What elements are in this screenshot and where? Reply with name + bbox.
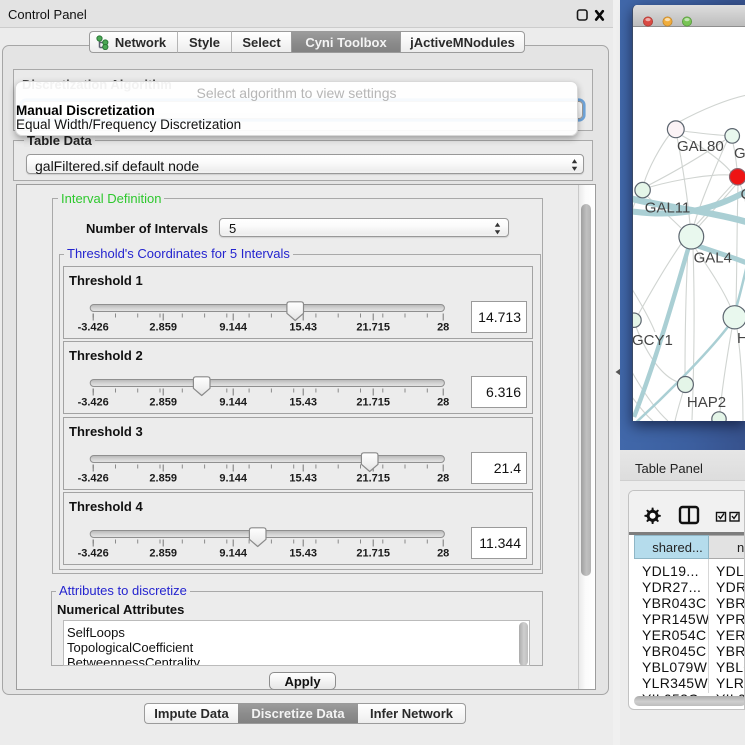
- svg-text:15.43: 15.43: [289, 473, 317, 485]
- svg-text:15.43: 15.43: [289, 322, 317, 334]
- svg-text:21.715: 21.715: [356, 322, 390, 334]
- svg-text:G.: G.: [734, 145, 745, 162]
- svg-text:9.144: 9.144: [219, 473, 247, 485]
- svg-text:GAL80: GAL80: [677, 138, 724, 155]
- svg-text:-3.426: -3.426: [78, 322, 109, 334]
- svg-text:-3.426: -3.426: [78, 473, 109, 485]
- svg-text:21.715: 21.715: [356, 548, 390, 560]
- svg-text:2.859: 2.859: [149, 548, 177, 560]
- svg-text:28: 28: [437, 548, 449, 560]
- svg-text:9.144: 9.144: [219, 397, 247, 409]
- svg-text:H: H: [737, 330, 745, 347]
- svg-text:21.715: 21.715: [356, 397, 390, 409]
- svg-text:28: 28: [437, 397, 449, 409]
- svg-text:9.144: 9.144: [219, 548, 247, 560]
- svg-text:HAP2: HAP2: [687, 394, 726, 411]
- svg-text:2.859: 2.859: [149, 397, 177, 409]
- svg-text:21.715: 21.715: [356, 473, 390, 485]
- svg-text:-3.426: -3.426: [78, 548, 109, 560]
- svg-text:GAL11: GAL11: [645, 200, 691, 217]
- svg-text:15.43: 15.43: [289, 397, 317, 409]
- svg-text:28: 28: [437, 473, 449, 485]
- svg-text:2.859: 2.859: [149, 473, 177, 485]
- svg-text:15.43: 15.43: [289, 548, 317, 560]
- svg-text:GCY1: GCY1: [633, 332, 673, 349]
- svg-text:GAL4: GAL4: [694, 250, 732, 267]
- svg-text:28: 28: [437, 322, 449, 334]
- svg-text:2.859: 2.859: [149, 322, 177, 334]
- svg-text:-3.426: -3.426: [78, 397, 109, 409]
- svg-text:C: C: [741, 186, 745, 203]
- svg-text:9.144: 9.144: [219, 322, 247, 334]
